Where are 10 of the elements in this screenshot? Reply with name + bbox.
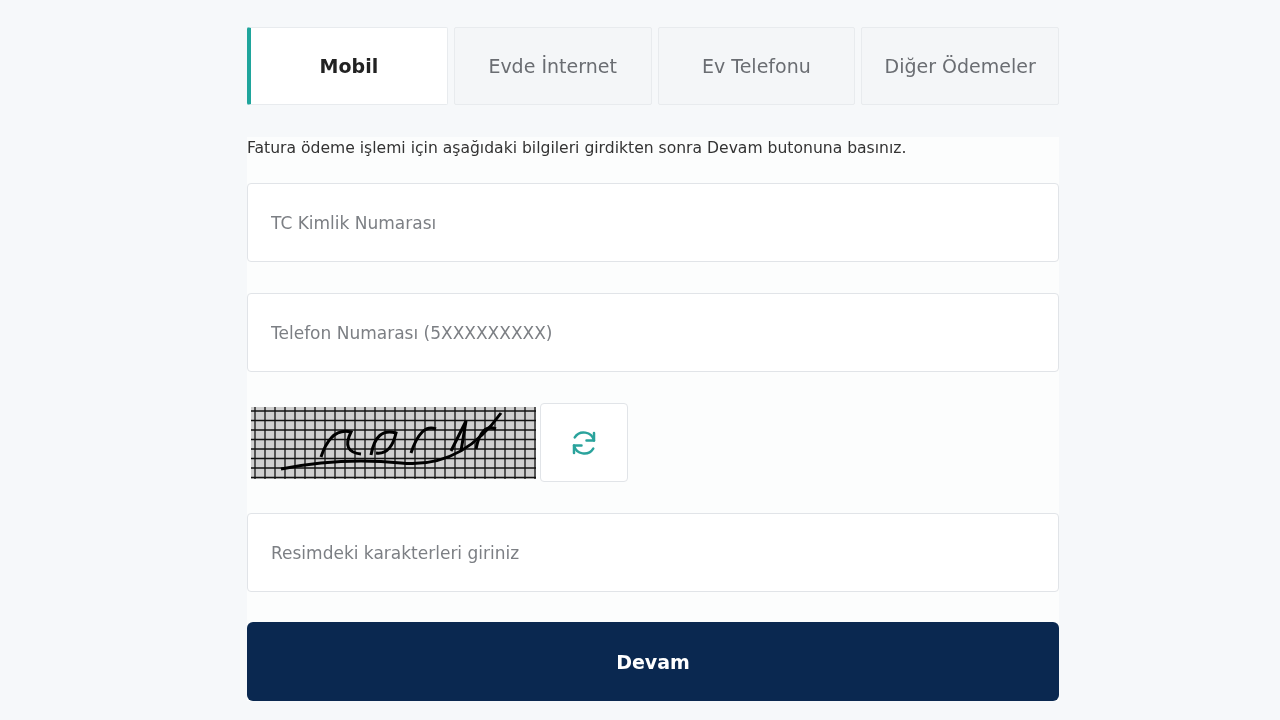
input-field[interactable]: TC Kimlik Numarası xyxy=(247,183,1059,262)
tab[interactable]: Mobil xyxy=(247,27,448,105)
refresh-button[interactable] xyxy=(540,403,628,482)
tab[interactable]: Evde İnternet xyxy=(453,27,652,105)
input-field[interactable]: Resimdeki karakterleri giriniz xyxy=(247,513,1059,592)
tab[interactable]: Diğer Ödemeler xyxy=(861,27,1059,105)
submit-button[interactable]: Devam xyxy=(247,622,1059,701)
instruction-text: Fatura ödeme işlemi için aşağıdaki bilgileri girdikten sonra Devam butonuna basınız. xyxy=(247,138,908,159)
input-field[interactable]: Telefon Numarası (5XXXXXXXXX) xyxy=(247,293,1059,372)
tab[interactable]: Ev Telefonu xyxy=(657,27,856,105)
